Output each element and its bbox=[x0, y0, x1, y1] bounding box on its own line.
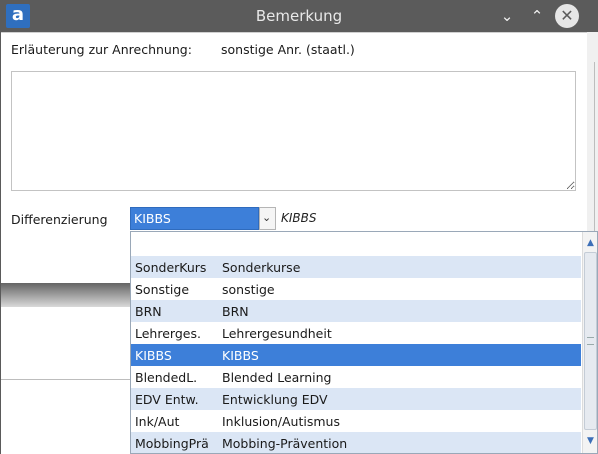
item-name: Blended Learning bbox=[222, 370, 332, 385]
item-name: Lehrergesundheit bbox=[222, 326, 332, 341]
list-item[interactable]: BlendedL. Blended Learning bbox=[131, 366, 581, 388]
chevron-down-icon: ⌄ bbox=[500, 7, 514, 25]
grip-icon bbox=[587, 337, 594, 345]
list-item[interactable]: Sonstige sonstige bbox=[131, 278, 581, 300]
background-shade bbox=[1, 283, 131, 307]
combobox-selected-value: KIBBS bbox=[134, 211, 171, 226]
item-name: BRN bbox=[222, 304, 249, 319]
scroll-down-button[interactable]: ▼ bbox=[584, 434, 597, 448]
maximize-button[interactable]: ⌃ bbox=[527, 6, 547, 26]
erlaeuterung-value: sonstige Anr. (staatl.) bbox=[221, 42, 355, 57]
item-code: BRN bbox=[135, 304, 162, 319]
item-name: sonstige bbox=[222, 282, 275, 297]
content-top-divider bbox=[1, 32, 587, 33]
item-code: SonderKurs bbox=[135, 260, 207, 275]
bemerkung-textarea[interactable] bbox=[11, 71, 576, 191]
differenzierung-combobox[interactable]: KIBBS bbox=[130, 207, 259, 230]
item-name: Sonderkurse bbox=[222, 260, 301, 275]
scroll-up-button[interactable]: ▲ bbox=[584, 236, 597, 250]
dialog-window: a Bemerkung ⌄ ⌃ ✕ Erläuterung zur Anrech… bbox=[0, 0, 598, 454]
background-divider bbox=[1, 379, 131, 380]
list-item-selected[interactable]: KIBBS KIBBS bbox=[131, 344, 581, 366]
item-name: KIBBS bbox=[222, 348, 259, 363]
chevron-up-icon: ⌃ bbox=[530, 7, 544, 25]
erlaeuterung-label: Erläuterung zur Anrechnung: bbox=[11, 42, 192, 57]
item-code: BlendedL. bbox=[135, 370, 198, 385]
list-item[interactable]: SonderKurs Sonderkurse bbox=[131, 256, 581, 278]
dropdown-scrollbar[interactable]: ▲ ▼ bbox=[582, 232, 597, 453]
triangle-down-icon: ▼ bbox=[587, 436, 594, 446]
item-name: Entwicklung EDV bbox=[222, 392, 328, 407]
item-code: Sonstige bbox=[135, 282, 190, 297]
list-item[interactable]: Ink/Aut Inklusion/Autismus bbox=[131, 410, 581, 432]
item-code: Lehrerges. bbox=[135, 326, 201, 341]
combobox-dropdown-button[interactable]: ⌄ bbox=[259, 207, 276, 230]
title-bar[interactable]: a Bemerkung ⌄ ⌃ ✕ bbox=[0, 0, 598, 32]
item-code: MobbingPrä bbox=[135, 436, 209, 451]
list-item[interactable]: BRN BRN bbox=[131, 300, 581, 322]
item-code: KIBBS bbox=[135, 348, 172, 363]
triangle-up-icon: ▲ bbox=[587, 238, 594, 248]
close-button[interactable]: ✕ bbox=[555, 4, 579, 28]
background-area bbox=[1, 283, 131, 454]
list-item[interactable] bbox=[131, 232, 581, 254]
item-code: EDV Entw. bbox=[135, 392, 199, 407]
differenzierung-description: KIBBS bbox=[281, 211, 317, 225]
close-icon: ✕ bbox=[560, 6, 574, 25]
list-item[interactable]: Lehrerges. Lehrergesundheit bbox=[131, 322, 581, 344]
item-name: Inklusion/Autismus bbox=[222, 414, 340, 429]
differenzierung-dropdown-list[interactable]: SonderKurs Sonderkurse Sonstige sonstige B… bbox=[130, 231, 598, 454]
differenzierung-label: Differenzierung bbox=[11, 212, 108, 227]
chevron-down-icon: ⌄ bbox=[262, 211, 272, 224]
list-item[interactable]: EDV Entw. Entwicklung EDV bbox=[131, 388, 581, 410]
item-name: Mobbing-Prävention bbox=[222, 436, 348, 451]
item-code: Ink/Aut bbox=[135, 414, 180, 429]
minimize-button[interactable]: ⌄ bbox=[497, 6, 517, 26]
scrollbar-thumb[interactable] bbox=[584, 252, 597, 430]
list-item[interactable]: MobbingPrä Mobbing-Prävention bbox=[131, 432, 581, 453]
